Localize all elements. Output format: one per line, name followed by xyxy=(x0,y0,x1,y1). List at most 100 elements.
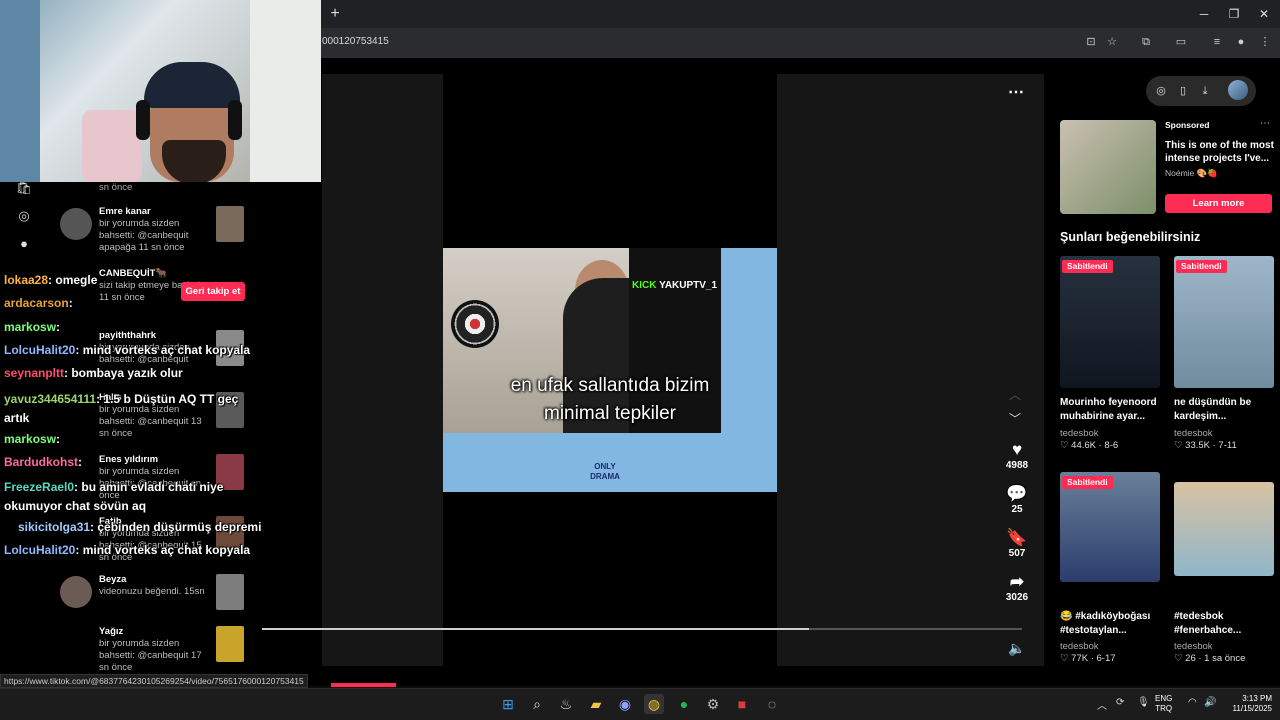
volume-icon[interactable]: 🔈 xyxy=(1008,640,1025,657)
like-button[interactable]: ♥ 4988 xyxy=(1003,440,1031,471)
link-status-bar: https://www.tiktok.com/@6837764230105269… xyxy=(0,674,308,688)
video-thumbnail xyxy=(1174,256,1274,388)
previous-video-icon[interactable]: ︿ xyxy=(1009,386,1021,403)
close-window-button[interactable]: ✕ xyxy=(1252,4,1276,24)
tiktok-page: KICK YAKUPTV_1 en ufak sallantıda bizim … xyxy=(0,0,1280,686)
next-video-icon[interactable]: ﹀ xyxy=(1009,410,1021,427)
card-author[interactable]: tedesbok xyxy=(1060,428,1099,439)
split-view-icon[interactable]: ▭ xyxy=(1172,34,1190,50)
chrome-icon[interactable]: ◍ xyxy=(644,694,664,714)
coin-icon[interactable]: ◎ xyxy=(1152,82,1170,100)
network-icon[interactable]: ⟳ xyxy=(1116,697,1124,708)
chat-message: LolcuHalit20: mind vorteks aç chat kopya… xyxy=(4,543,251,557)
chat-message: FreezeRael0: bu amin evladı chati niye o… xyxy=(4,480,224,513)
card-caption: ne düşündün be kardeşim... xyxy=(1174,397,1252,422)
card-caption: #tedesbok #fenerbahce... xyxy=(1174,611,1242,636)
windows-taskbar xyxy=(0,688,1280,720)
chat-message: markosw: xyxy=(4,320,61,334)
wifi-icon[interactable]: ◠ xyxy=(1188,697,1197,708)
save-count: 507 xyxy=(1008,548,1026,559)
file-explorer-icon[interactable]: ▰ xyxy=(586,694,606,714)
profile-icon[interactable]: ● xyxy=(1232,34,1250,50)
search-icon[interactable]: ⌕ xyxy=(527,694,547,714)
notification-thumbnail xyxy=(216,626,244,662)
bookmark-star-icon[interactable]: ☆ xyxy=(1103,34,1121,50)
tray-overflow-icon[interactable]: ︿ xyxy=(1097,697,1107,712)
share-count: 3026 xyxy=(1005,592,1029,603)
download-icon[interactable]: ⤓ xyxy=(1196,82,1214,100)
share-button[interactable]: ➦ 3026 xyxy=(1003,572,1031,603)
speaker-icon[interactable]: 🔊 xyxy=(1204,697,1216,708)
card-author[interactable]: tedesbok xyxy=(1060,641,1099,652)
chat-message: Bardudkohst: xyxy=(4,455,83,469)
card-caption: Mourinho feyenoord muhabirine ayar... xyxy=(1060,397,1157,422)
chat-message: seynanpltt: bombaya yazık olur xyxy=(4,366,183,380)
chat-message: ardacarson: xyxy=(4,296,73,310)
notification-thumbnail xyxy=(216,206,244,242)
video-progress-fill xyxy=(262,628,810,630)
card-caption: 😂 #kadıköyboğası #testotaylan... xyxy=(1060,611,1151,636)
new-tab-button[interactable]: + xyxy=(326,5,344,23)
restore-button[interactable]: ❐ xyxy=(1222,4,1246,24)
kick-watermark: KICK YAKUPTV_1 xyxy=(632,280,718,291)
notification-item[interactable]: Emre kanar bir yorumda sizden bahsetti: … xyxy=(58,206,248,266)
install-app-icon[interactable]: ⊡ xyxy=(1082,34,1100,50)
webcam-overlay xyxy=(0,0,321,182)
start-icon[interactable]: ⊞ xyxy=(498,694,518,714)
settings-icon[interactable]: ⚙ xyxy=(703,694,723,714)
avatar xyxy=(60,576,92,608)
like-count: 4988 xyxy=(1005,460,1029,471)
pinned-badge: Sabitlendi xyxy=(1062,476,1113,489)
extensions-icon[interactable]: ⧉ xyxy=(1137,34,1155,50)
ad-author: Noémie 🎨🍓 xyxy=(1165,168,1218,178)
ad-more-icon[interactable]: ⋯ xyxy=(1260,118,1270,129)
obs-icon[interactable]: ◌ xyxy=(762,694,782,714)
dartboard-image xyxy=(451,300,499,348)
system-clock[interactable]: 3:13 PM 11/15/2025 xyxy=(1222,694,1272,714)
ad-title[interactable]: This is one of the most intense projects… xyxy=(1165,139,1275,165)
language-indicator[interactable]: ENG TRQ xyxy=(1155,694,1172,714)
microphone-icon[interactable]: 🎙 xyxy=(1137,697,1150,708)
user-avatar[interactable] xyxy=(1228,80,1248,100)
recorder-icon[interactable]: ■ xyxy=(732,694,752,714)
media-controls-icon[interactable]: ≡ xyxy=(1208,34,1226,50)
card-stats: ♡ 44.6K · 8-6 xyxy=(1060,440,1119,451)
share-icon: ➦ xyxy=(1009,572,1025,591)
address-bar[interactable]: 000120753415 xyxy=(322,36,389,47)
card-author[interactable]: tedesbok xyxy=(1174,641,1213,652)
pinned-badge: Sabitlendi xyxy=(1176,260,1227,273)
card-stats: ♡ 26 · 1 sa önce xyxy=(1174,653,1246,664)
pinned-badge: Sabitlendi xyxy=(1062,260,1113,273)
phone-icon[interactable]: ▯ xyxy=(1174,82,1192,100)
chat-message: LolcuHalit20: mind vorteks aç chat kopya… xyxy=(4,343,251,357)
avatar xyxy=(60,208,92,240)
onlydrama-logo: ONLY DRAMA xyxy=(590,462,620,481)
video-thumbnail xyxy=(1174,482,1274,576)
profile-nav-icon[interactable]: ● xyxy=(14,234,34,254)
video-left-backdrop xyxy=(322,74,443,666)
comment-button[interactable]: 💬 25 xyxy=(1003,484,1031,515)
spotify-icon[interactable]: ● xyxy=(674,694,694,714)
ad-thumbnail[interactable] xyxy=(1060,120,1156,214)
card-author[interactable]: tedesbok xyxy=(1174,428,1213,439)
notification-item[interactable]: payiththahrk bir yorumunda sizden bahset… xyxy=(58,330,248,390)
minimize-button[interactable]: ─ xyxy=(1192,4,1216,24)
learn-more-button[interactable]: Learn more xyxy=(1165,194,1272,213)
save-button[interactable]: 🔖 507 xyxy=(1003,528,1031,559)
notification-thumbnail xyxy=(216,574,244,610)
suggestions-heading: Şunları beğenebilirsiniz xyxy=(1060,230,1201,244)
follow-back-button[interactable]: Geri takip et xyxy=(181,282,245,301)
explore-icon[interactable]: ◎ xyxy=(14,206,34,226)
steam-icon[interactable]: ♨ xyxy=(556,694,576,714)
video-more-icon[interactable]: ⋯ xyxy=(1008,82,1024,102)
card-stats: ♡ 33.5K · 7-11 xyxy=(1174,440,1237,451)
video-caption: en ufak sallantıda bizim minimal tepkile… xyxy=(510,375,710,424)
browser-menu-icon[interactable]: ⋮ xyxy=(1256,34,1274,50)
app-icon[interactable]: ◉ xyxy=(615,694,635,714)
comment-count: 25 xyxy=(1011,504,1023,515)
notification-item[interactable]: Beyza videonuzu beğendi. 15sn xyxy=(58,574,248,634)
sponsored-label: Sponsored xyxy=(1165,120,1210,130)
bookmark-icon: 🔖 xyxy=(1006,528,1028,547)
notification-time: sn önce xyxy=(99,182,133,193)
chat-message: markosw: xyxy=(4,432,61,446)
